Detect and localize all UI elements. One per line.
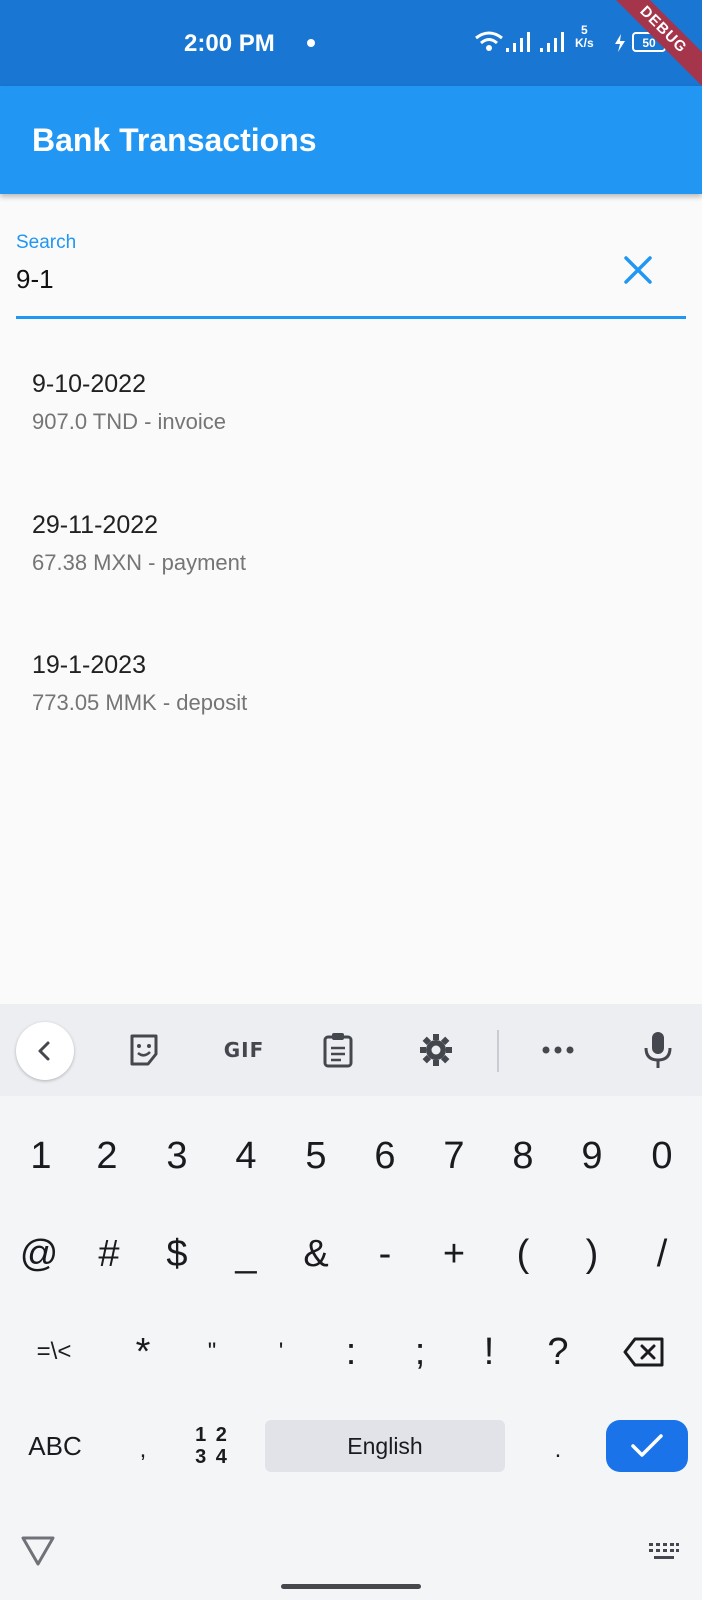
microphone-icon[interactable] <box>638 1030 678 1070</box>
checkmark-icon <box>631 1434 663 1457</box>
key-2[interactable]: 2 <box>77 1126 137 1186</box>
toolbar-back-button[interactable] <box>16 1022 74 1080</box>
key-period[interactable]: . <box>528 1420 588 1480</box>
app-bar: Bank Transactions <box>0 86 702 194</box>
key-colon[interactable]: : <box>321 1322 381 1382</box>
backspace-key[interactable] <box>614 1322 674 1382</box>
enter-key[interactable] <box>606 1420 688 1472</box>
key-3[interactable]: 3 <box>147 1126 207 1186</box>
key-9[interactable]: 9 <box>562 1126 622 1186</box>
key-semicolon[interactable]: ; <box>390 1322 450 1382</box>
more-icon[interactable] <box>538 1030 578 1070</box>
keyboard-toolbar: GIF <box>0 1004 702 1096</box>
key-minus[interactable]: - <box>355 1224 415 1284</box>
key-single-quote[interactable]: ' <box>251 1322 311 1382</box>
chevron-left-icon <box>38 1041 50 1061</box>
signal-icon-2 <box>540 32 564 52</box>
key-comma[interactable]: , <box>113 1420 173 1480</box>
hide-keyboard-icon[interactable] <box>20 1534 56 1568</box>
sticker-icon[interactable] <box>124 1030 164 1070</box>
key-6[interactable]: 6 <box>355 1126 415 1186</box>
clear-icon[interactable] <box>618 250 658 290</box>
list-item[interactable]: 29-11-2022 67.38 MXN - payment <box>32 511 672 631</box>
key-exclamation[interactable]: ! <box>459 1322 519 1382</box>
gif-label: GIF <box>223 1038 265 1062</box>
toolbar-divider <box>497 1030 499 1072</box>
abc-key[interactable]: ABC <box>10 1416 100 1476</box>
transaction-detail: 773.05 MMK - deposit <box>32 690 248 715</box>
key-0[interactable]: 0 <box>632 1126 692 1186</box>
key-4[interactable]: 4 <box>216 1126 276 1186</box>
numpad-label-top: 1 2 <box>195 1424 229 1446</box>
key-question[interactable]: ? <box>528 1322 588 1382</box>
key-underscore[interactable]: _ <box>216 1224 276 1284</box>
soft-keyboard: GIF 1 2 3 4 5 6 7 8 9 0 @ # $ _ & - + (… <box>0 1004 702 1600</box>
key-plus[interactable]: + <box>424 1224 484 1284</box>
key-8[interactable]: 8 <box>493 1126 553 1186</box>
search-field: Search <box>16 230 686 322</box>
notification-dot <box>307 39 315 47</box>
list-item[interactable]: 19-1-2023 773.05 MMK - deposit <box>32 651 672 771</box>
settings-gear-icon[interactable] <box>416 1030 456 1070</box>
key-more-symbols[interactable]: =\< <box>24 1322 84 1382</box>
gif-button[interactable]: GIF <box>216 1030 272 1070</box>
key-slash[interactable]: / <box>632 1224 692 1284</box>
list-item[interactable]: 9-10-2022 907.0 TND - invoice <box>32 370 672 490</box>
key-at[interactable]: @ <box>9 1224 69 1284</box>
gesture-bar <box>281 1584 421 1589</box>
signal-icon <box>506 32 530 52</box>
transaction-date: 9-10-2022 <box>32 370 146 398</box>
key-ampersand[interactable]: & <box>286 1224 346 1284</box>
key-7[interactable]: 7 <box>424 1126 484 1186</box>
transaction-date: 29-11-2022 <box>32 511 159 539</box>
search-label: Search <box>16 232 77 253</box>
search-underline <box>16 316 686 319</box>
network-speed: 5 K/s <box>575 24 594 50</box>
status-time: 2:00 PM <box>184 30 275 57</box>
key-1[interactable]: 1 <box>11 1126 71 1186</box>
transaction-detail: 67.38 MXN - payment <box>32 550 246 575</box>
key-5[interactable]: 5 <box>286 1126 346 1186</box>
key-asterisk[interactable]: * <box>113 1322 173 1382</box>
key-close-paren[interactable]: ) <box>562 1224 622 1284</box>
wifi-icon <box>475 31 503 51</box>
key-double-quote[interactable]: " <box>182 1322 242 1382</box>
transaction-detail: 907.0 TND - invoice <box>32 409 227 434</box>
key-hash[interactable]: # <box>79 1224 139 1284</box>
page-title: Bank Transactions <box>32 122 317 158</box>
numpad-label-bottom: 3 4 <box>195 1446 229 1468</box>
numpad-key[interactable]: 1 2 3 4 <box>182 1416 242 1476</box>
transaction-date: 19-1-2023 <box>32 651 146 679</box>
clipboard-icon[interactable] <box>318 1030 358 1070</box>
network-speed-unit: K/s <box>575 36 594 50</box>
search-input[interactable] <box>16 258 576 300</box>
charging-icon <box>615 34 625 52</box>
space-key[interactable]: English <box>265 1420 505 1472</box>
key-dollar[interactable]: $ <box>147 1224 207 1284</box>
backspace-icon <box>623 1337 664 1367</box>
keyboard-switch-icon[interactable] <box>648 1542 680 1562</box>
status-bar: 2:00 PM 5 K/s 50 DEBUG <box>0 0 702 92</box>
key-open-paren[interactable]: ( <box>493 1224 553 1284</box>
